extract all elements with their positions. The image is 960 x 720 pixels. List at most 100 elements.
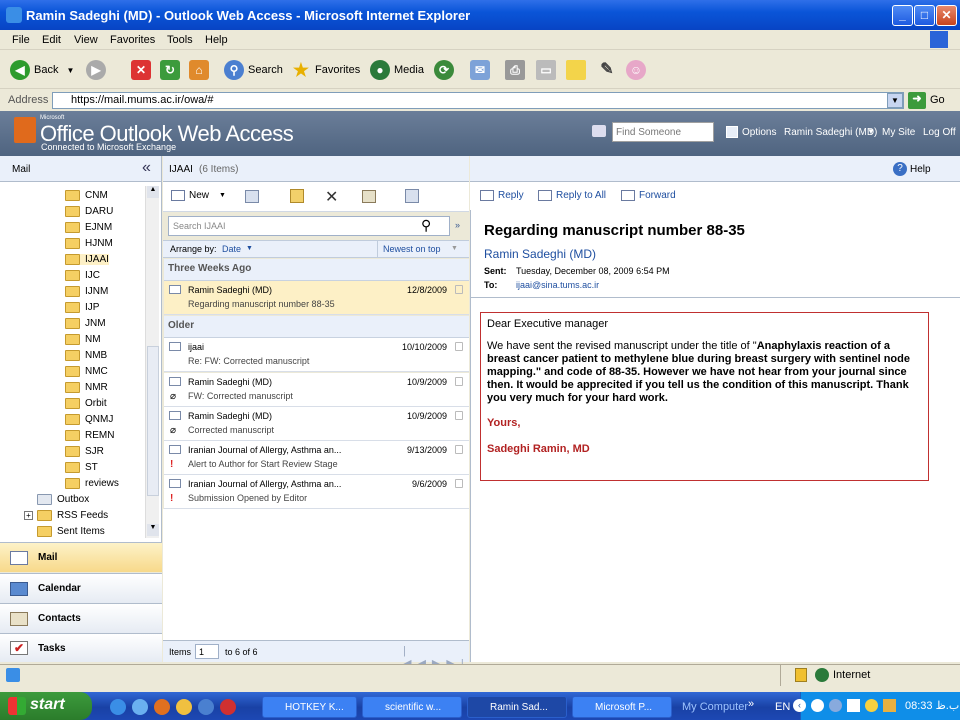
find-someone-input[interactable]: Find Someone bbox=[612, 122, 714, 142]
taskbar-button[interactable]: HOTKEY K... bbox=[262, 696, 357, 718]
nav-tasks-button[interactable]: ✔ Tasks bbox=[0, 633, 162, 662]
scroll-down-arrow-icon[interactable]: ▼ bbox=[147, 524, 159, 536]
favorites-button[interactable]: ★ Favorites bbox=[291, 59, 360, 81]
taskbar-button[interactable]: scientific w... bbox=[362, 696, 462, 718]
stop-button[interactable]: ✕ bbox=[131, 59, 155, 81]
tray-icon[interactable] bbox=[829, 699, 842, 712]
message-row[interactable]: Ramin Sadeghi (MD) 10/9/2009 ⌀ FW: Corre… bbox=[164, 373, 469, 407]
quicklaunch-opera-icon[interactable] bbox=[220, 699, 236, 715]
flag-icon[interactable] bbox=[455, 479, 463, 488]
search-input[interactable]: Search IJAAI bbox=[168, 216, 450, 236]
search-button[interactable]: ⚲ Search bbox=[224, 59, 283, 81]
forward-button[interactable]: Forward bbox=[621, 190, 676, 201]
nav-calendar-button[interactable]: Calendar bbox=[0, 573, 162, 603]
my-site-link[interactable]: My Site bbox=[882, 127, 915, 138]
flag-icon[interactable] bbox=[455, 445, 463, 454]
quicklaunch-ie-icon[interactable] bbox=[110, 699, 126, 715]
scroll-thumb[interactable] bbox=[147, 346, 159, 496]
address-book-icon[interactable] bbox=[592, 125, 606, 137]
folder-sent[interactable]: Sent Items bbox=[37, 526, 105, 537]
quicklaunch-search-icon[interactable] bbox=[198, 699, 214, 715]
folder-item[interactable]: IJC bbox=[65, 270, 100, 281]
tray-icon[interactable] bbox=[847, 699, 860, 712]
sort-order-dropdown[interactable]: Newest on top bbox=[383, 244, 441, 254]
tray-expand-icon[interactable]: ‹ bbox=[793, 699, 806, 712]
folder-item[interactable]: NM bbox=[65, 334, 101, 345]
reading-pane-icon[interactable] bbox=[245, 190, 259, 203]
group-header[interactable]: Three Weeks Ago bbox=[164, 259, 469, 281]
minimize-button[interactable]: _ bbox=[892, 5, 913, 26]
folder-item[interactable]: HJNM bbox=[65, 238, 113, 249]
group-header[interactable]: Older bbox=[164, 316, 469, 338]
nav-mail-button[interactable]: Mail bbox=[0, 542, 162, 572]
to-value[interactable]: ijaai@sina.tums.ac.ir bbox=[516, 280, 599, 290]
user-menu-chevron-icon[interactable]: ▼ bbox=[867, 127, 875, 136]
maximize-button[interactable]: □ bbox=[914, 5, 935, 26]
close-button[interactable]: ✕ bbox=[936, 5, 957, 26]
menu-help[interactable]: Help bbox=[205, 34, 228, 46]
page-input[interactable]: 1 bbox=[195, 644, 219, 659]
quicklaunch-media-icon[interactable] bbox=[154, 699, 170, 715]
expand-icon[interactable]: + bbox=[24, 511, 33, 520]
collapse-chevron-icon[interactable]: « bbox=[142, 159, 151, 177]
filter-icon[interactable] bbox=[405, 189, 419, 203]
go-button[interactable]: Go bbox=[930, 94, 945, 106]
tray-icon[interactable] bbox=[883, 699, 896, 712]
flag-icon[interactable] bbox=[455, 377, 463, 386]
message-row[interactable]: Iranian Journal of Allergy, Asthma an...… bbox=[164, 475, 469, 509]
check-messages-icon[interactable] bbox=[362, 190, 376, 203]
folder-item[interactable]: reviews bbox=[65, 478, 119, 489]
tray-icon[interactable] bbox=[811, 699, 824, 712]
folder-item[interactable]: Orbit bbox=[65, 398, 107, 409]
folder-item[interactable]: IJP bbox=[65, 302, 99, 313]
quicklaunch-messenger-icon[interactable] bbox=[176, 699, 192, 715]
message-row[interactable]: Iranian Journal of Allergy, Asthma an...… bbox=[164, 441, 469, 475]
user-menu[interactable]: Ramin Sadeghi (MD) bbox=[784, 127, 877, 138]
log-off-link[interactable]: Log Off bbox=[923, 127, 956, 138]
folder-item[interactable]: EJNM bbox=[65, 222, 112, 233]
flag-icon[interactable] bbox=[455, 342, 463, 351]
flag-icon[interactable] bbox=[455, 411, 463, 420]
folder-rss[interactable]: + RSS Feeds bbox=[24, 510, 108, 521]
folder-item[interactable]: DARU bbox=[65, 206, 113, 217]
folder-item[interactable]: JNM bbox=[65, 318, 106, 329]
tray-icon[interactable] bbox=[865, 699, 878, 712]
menu-edit[interactable]: Edit bbox=[42, 34, 61, 46]
print-button[interactable]: ⎙ bbox=[505, 59, 529, 81]
move-folder-icon[interactable] bbox=[290, 189, 304, 203]
forward-button[interactable]: ▶ bbox=[86, 59, 110, 81]
folder-item[interactable]: NMR bbox=[65, 382, 108, 393]
message-row[interactable]: ijaai 10/10/2009 Re: FW: Corrected manus… bbox=[164, 338, 469, 372]
my-computer-toolbar[interactable]: My Computer bbox=[682, 701, 748, 713]
folder-item[interactable]: NMC bbox=[65, 366, 108, 377]
folder-item-selected[interactable]: IJAAI bbox=[65, 254, 109, 265]
search-icon[interactable]: ⚲ bbox=[421, 217, 431, 234]
message-row[interactable]: Ramin Sadeghi (MD) 10/9/2009 ⌀ Corrected… bbox=[164, 407, 469, 441]
taskbar-button-active[interactable]: Ramin Sad... bbox=[467, 696, 567, 718]
arrange-field-dropdown[interactable]: Date bbox=[222, 244, 241, 254]
search-expand-chevron-icon[interactable]: » bbox=[455, 220, 460, 230]
edit-button[interactable]: ▭ bbox=[536, 59, 560, 81]
discuss-button[interactable] bbox=[566, 59, 590, 81]
menu-tools[interactable]: Tools bbox=[167, 34, 193, 46]
nav-contacts-button[interactable]: Contacts bbox=[0, 603, 162, 633]
help-link[interactable]: Help bbox=[910, 164, 931, 175]
menu-view[interactable]: View bbox=[74, 34, 98, 46]
toolbar-chevron-icon[interactable]: » bbox=[748, 698, 754, 710]
menu-file[interactable]: File bbox=[12, 34, 30, 46]
new-button[interactable]: New ▼ bbox=[171, 190, 226, 201]
folder-item[interactable]: CNM bbox=[65, 190, 108, 201]
history-button[interactable]: ⟳ bbox=[434, 59, 458, 81]
scroll-up-arrow-icon[interactable]: ▲ bbox=[147, 186, 159, 198]
message-row[interactable]: Ramin Sadeghi (MD) 12/8/2009 Regarding m… bbox=[164, 281, 469, 315]
flag-icon[interactable] bbox=[455, 285, 463, 294]
tree-scrollbar[interactable]: ▲ ▼ bbox=[145, 186, 159, 538]
home-button[interactable]: ⌂ bbox=[189, 59, 213, 81]
media-button[interactable]: ● Media bbox=[370, 59, 424, 81]
folder-item[interactable]: QNMJ bbox=[65, 414, 113, 425]
menu-favorites[interactable]: Favorites bbox=[110, 34, 155, 46]
folder-item[interactable]: REMN bbox=[65, 430, 114, 441]
folder-item[interactable]: ST bbox=[65, 462, 98, 473]
message-sender[interactable]: Ramin Sadeghi (MD) bbox=[484, 247, 596, 261]
language-indicator[interactable]: EN bbox=[775, 701, 790, 713]
